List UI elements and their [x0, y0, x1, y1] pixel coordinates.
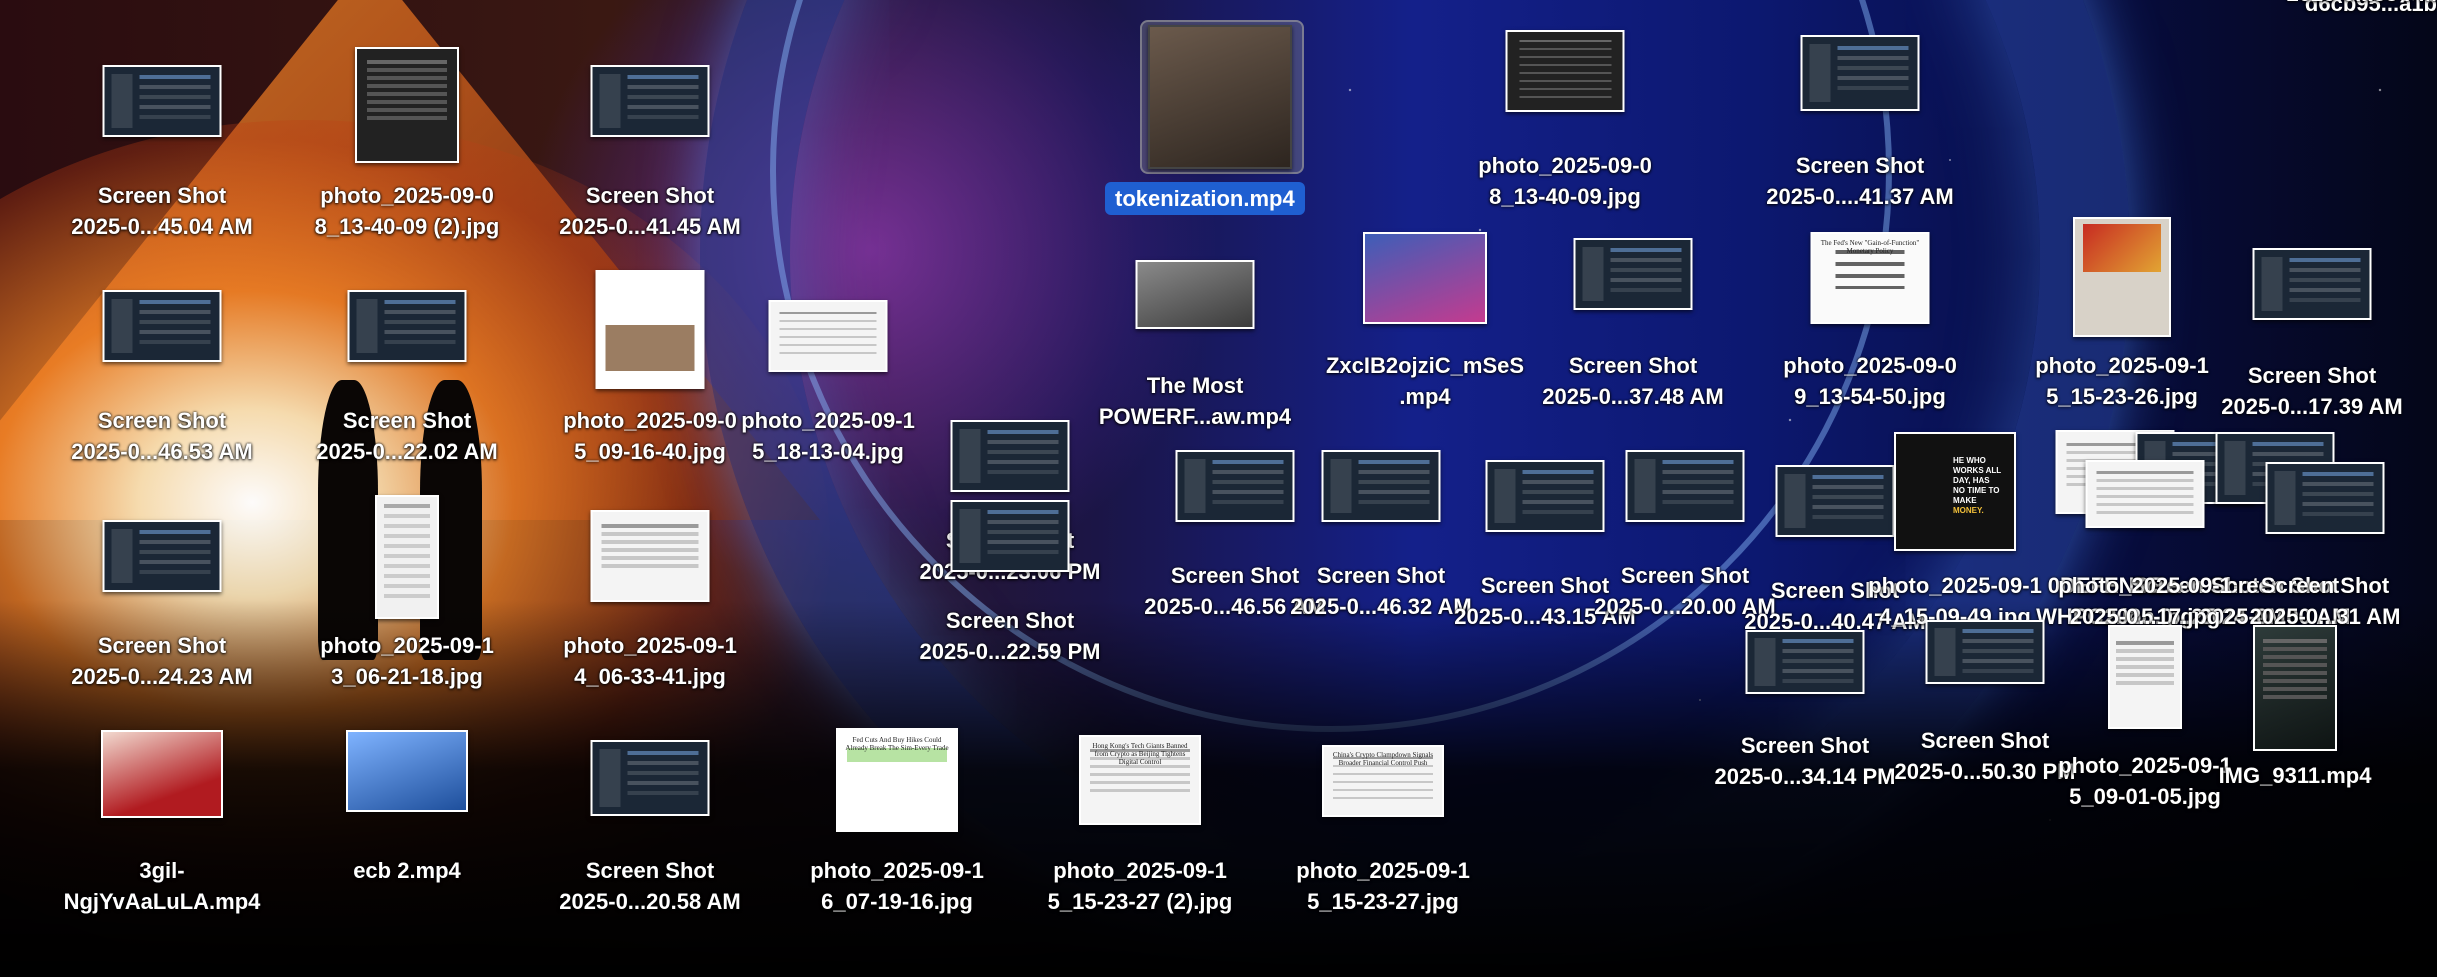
file-thumbnail [2253, 625, 2337, 751]
file-label: photo_2025-09-0 8_13-40-09.jpg [1478, 153, 1652, 209]
file-thumbnail [1363, 232, 1487, 324]
file-thumbnail [950, 420, 1070, 492]
file-label: Screen Shot 2025-0...24.23 AM [71, 633, 253, 689]
file-thumbnail: HE WHO WORKS ALL DAY, HAS NO TIME TO MAK… [1894, 432, 2016, 551]
file-thumbnail [2265, 462, 2385, 534]
file-label: Screen Shot 2025-0...41.45 AM [559, 183, 741, 239]
file-label: photo_2025-09-1 5_15-23-27.jpg [1296, 858, 1470, 914]
thumbnail-text: Fed Cuts And Buy Hikes Could Already Bre… [845, 736, 949, 752]
file-thumbnail [1148, 25, 1292, 169]
file-thumbnail [2108, 625, 2182, 729]
file-thumbnail [1745, 630, 1865, 694]
file-thumbnail [102, 520, 222, 592]
file-thumbnail [1485, 460, 1605, 532]
file-label: photo_2025-09-1 3_06-21-18.jpg [320, 633, 494, 689]
file-label: Screen Shot 2025-0...20.58 AM [559, 858, 741, 914]
file-label: Screen Shot 2025-0...37.48 AM [1542, 353, 1724, 409]
file-thumbnail [1925, 620, 2045, 684]
file-label: IMG_9311.mp4 [2218, 763, 2372, 788]
file-label: Screen Shot 2025-0...22.02 AM [316, 408, 498, 464]
file-thumbnail [1775, 465, 1895, 537]
file-label: 2025-0...35 PM [2190, 0, 2437, 9]
file-thumbnail [768, 300, 888, 372]
thumbnail-text: Hong Kong's Tech Giants Banned from Cryp… [1092, 742, 1188, 767]
file-thumbnail [2073, 217, 2171, 337]
file-thumbnail [2252, 248, 2372, 320]
file-label: Screen Shot 2025-0...45.04 AM [71, 183, 253, 239]
file-label: photo_2025-09-0 9_13-54-50.jpg [1783, 353, 1957, 409]
file-thumbnail [1135, 260, 1255, 329]
file-label: photo_2025-09-0 8_13-40-09 (2).jpg [314, 183, 500, 239]
file-thumbnail: Fed Cuts And Buy Hikes Could Already Bre… [836, 728, 958, 832]
file-thumbnail [1321, 450, 1441, 522]
file-label: ZxcIB2ojziC_mSeS .mp4 [1325, 353, 1525, 409]
file-thumbnail [375, 495, 439, 619]
file-thumbnail [950, 500, 1070, 572]
file-thumbnail [2085, 460, 2205, 528]
file-thumbnail [1175, 450, 1295, 522]
file-thumbnail: The Fed's New "Gain-of-Function" Monetar… [1810, 232, 1930, 324]
file-thumbnail [590, 740, 710, 816]
file-thumbnail [102, 290, 222, 362]
file-thumbnail [1573, 238, 1693, 310]
file-label: Screen Shot 2025-0....41.37 AM [1766, 153, 1954, 209]
file-label: photo_2025-09-1 4_06-33-41.jpg [563, 633, 737, 689]
file-label: The Most POWERF...aw.mp4 [1098, 373, 1292, 429]
file-label: photo_2025-09-1 5_15-23-27 (2).jpg [1047, 858, 1233, 914]
file-thumbnail [1505, 30, 1625, 112]
file-thumbnail [102, 65, 222, 137]
file-thumbnail [346, 730, 468, 812]
file-thumbnail [590, 510, 710, 602]
thumbnail-quote-text: HE WHO WORKS ALL DAY, HAS NO TIME TO MAK… [1953, 456, 2001, 515]
file-thumbnail [347, 290, 467, 362]
file-thumbnail: Hong Kong's Tech Giants Banned from Cryp… [1079, 735, 1201, 825]
file-label: photo_2025-09-1 5_18-13-04.jpg [741, 408, 915, 464]
file-label: Screen Shot 2025-0...31 AM [2249, 573, 2401, 629]
file-label-selected: tokenization.mp4 [1105, 182, 1305, 215]
file-label: 3gil- NgjYvAaLuLA.mp4 [63, 858, 261, 914]
file-label: ecb 2.mp4 [353, 858, 461, 883]
file-label: Screen Shot 2025-0...46.53 AM [71, 408, 253, 464]
thumbnail-text: China's Crypto Clampdown Signals Broader… [1332, 751, 1434, 768]
file-thumbnail [1800, 35, 1920, 111]
file-thumbnail [355, 47, 459, 163]
file-thumbnail [590, 65, 710, 137]
thumbnail-text: The Fed's New "Gain-of-Function" Monetar… [1820, 239, 1920, 256]
file-thumbnail [1625, 450, 1745, 522]
file-thumbnail [101, 730, 223, 818]
file-label: Screen Shot 2025-0...22.59 PM [919, 608, 1101, 664]
file-thumbnail: China's Crypto Clampdown Signals Broader… [1322, 745, 1444, 817]
file-label: Screen Shot 2025-0...17.39 AM [2221, 363, 2403, 419]
file-thumbnail [595, 270, 705, 389]
file-label: photo_2025-09-1 6_07-19-16.jpg [810, 858, 984, 914]
